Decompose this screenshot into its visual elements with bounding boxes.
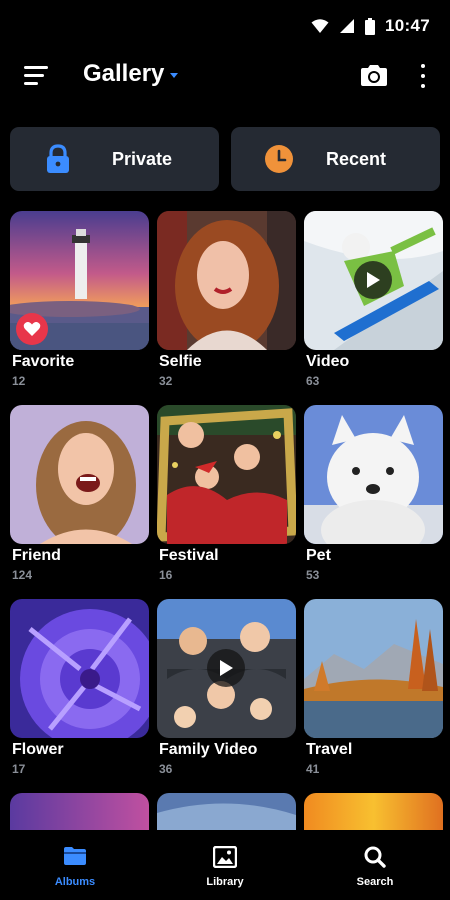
- album-thumbnail: [10, 405, 149, 544]
- nav-search-label: Search: [356, 876, 394, 888]
- album-count: 32: [159, 374, 173, 388]
- album-name: Festival: [159, 547, 219, 564]
- album-thumbnail: [304, 211, 443, 350]
- album-name: Friend: [12, 547, 61, 564]
- nav-albums[interactable]: Albums: [0, 830, 150, 900]
- album-card-video[interactable]: Video 63: [304, 211, 443, 391]
- menu-icon[interactable]: [24, 64, 52, 90]
- album-card-flower[interactable]: Flower 17: [10, 599, 149, 779]
- album-thumbnail: [157, 405, 296, 544]
- status-time: 10:47: [385, 16, 430, 35]
- album-thumbnail-partial[interactable]: [304, 793, 443, 831]
- nav-search[interactable]: Search: [300, 830, 450, 900]
- album-name: Pet: [306, 547, 331, 564]
- album-card-friend[interactable]: Friend 124: [10, 405, 149, 585]
- camera-icon[interactable]: [360, 63, 388, 92]
- play-icon: [207, 649, 245, 687]
- wifi-icon: [311, 18, 329, 34]
- album-card-festival[interactable]: Festival 16: [157, 405, 296, 585]
- play-icon: [354, 261, 392, 299]
- album-card-travel[interactable]: Travel 41: [304, 599, 443, 779]
- status-bar: 10:47: [0, 0, 450, 52]
- nav-albums-label: Albums: [54, 876, 96, 888]
- app-bar: Gallery: [0, 52, 450, 100]
- caret-down-icon: [170, 72, 179, 78]
- heart-icon: [16, 313, 48, 345]
- signal-icon: [339, 18, 355, 34]
- album-thumbnail: [304, 599, 443, 738]
- recent-button[interactable]: Recent: [231, 127, 440, 191]
- album-card-favorite[interactable]: Favorite 12: [10, 211, 149, 391]
- recent-label: Recent: [326, 149, 387, 169]
- album-count: 16: [159, 568, 173, 582]
- album-thumbnail: [10, 599, 149, 738]
- album-count: 124: [12, 568, 33, 582]
- album-name: Travel: [306, 741, 353, 758]
- image-icon: [212, 845, 238, 873]
- album-thumbnail: [157, 211, 296, 350]
- album-count: 17: [12, 762, 26, 776]
- album-card-selfie[interactable]: Selfie 32: [157, 211, 296, 391]
- album-name: Video: [306, 353, 350, 370]
- album-name: Selfie: [159, 353, 202, 370]
- album-thumbnail: [157, 599, 296, 738]
- album-name: Flower: [12, 741, 64, 758]
- battery-icon: [365, 17, 376, 35]
- album-count: 53: [306, 568, 320, 582]
- album-thumbnail: [304, 405, 443, 544]
- album-thumbnail: [10, 211, 149, 350]
- folder-icon: [63, 846, 87, 871]
- album-name: Favorite: [12, 353, 75, 370]
- album-name: Family Video: [159, 741, 258, 758]
- nav-library-label: Library: [206, 876, 244, 888]
- search-icon: [364, 846, 386, 873]
- page-title-text: Gallery: [83, 60, 165, 87]
- album-card-pet[interactable]: Pet 53: [304, 405, 443, 585]
- album-count: 36: [159, 762, 173, 776]
- album-thumbnail-partial[interactable]: [10, 793, 149, 831]
- album-thumbnail-partial[interactable]: [157, 793, 296, 831]
- album-card-family-video[interactable]: Family Video 36: [157, 599, 296, 779]
- private-label: Private: [112, 149, 173, 169]
- album-count: 63: [306, 374, 320, 388]
- more-options-icon[interactable]: [417, 61, 429, 91]
- bottom-navigation: Albums Library Search: [0, 830, 450, 900]
- album-count: 41: [306, 762, 320, 776]
- album-count: 12: [12, 374, 26, 388]
- private-button[interactable]: Private: [10, 127, 219, 191]
- nav-library[interactable]: Library: [150, 830, 300, 900]
- page-title[interactable]: Gallery: [83, 60, 179, 88]
